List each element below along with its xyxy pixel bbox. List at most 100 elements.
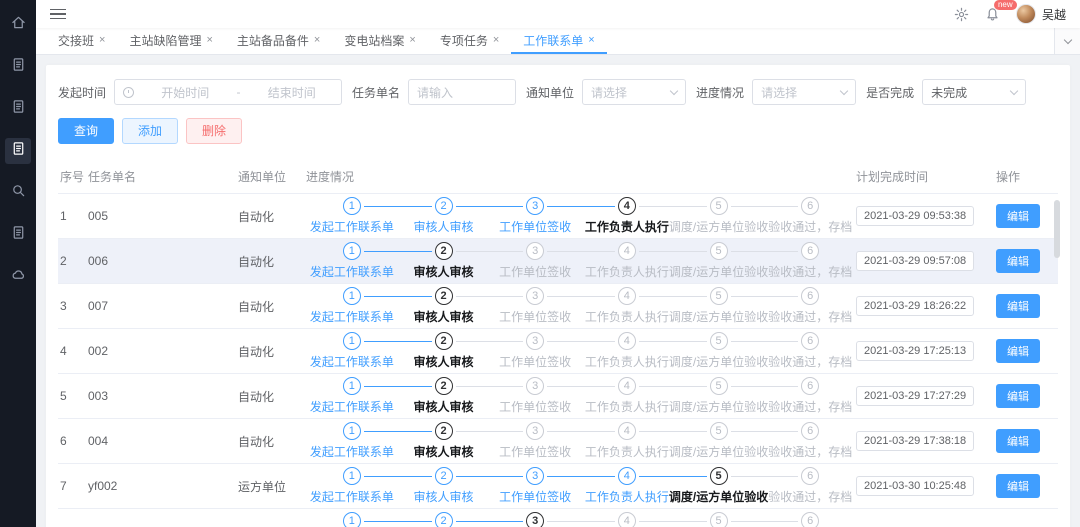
step-1: 1发起工作联系单 xyxy=(306,467,398,505)
step-number: 5 xyxy=(710,242,728,260)
step-3: 3工作单位签收 xyxy=(489,377,581,415)
sidebar-item-doc-2[interactable] xyxy=(5,96,31,122)
step-number: 2 xyxy=(435,242,453,260)
cell-notify-unit: 自动化 xyxy=(238,208,306,225)
step-number: 1 xyxy=(343,332,361,350)
sidebar-item-home[interactable] xyxy=(5,12,31,38)
step-4: 4工作负责人执行 xyxy=(581,332,673,370)
step-2: 2审核人审核 xyxy=(398,332,490,370)
step-number: 4 xyxy=(618,377,636,395)
hamburger-menu-icon[interactable] xyxy=(50,9,66,20)
cell-notify-unit: 自动化 xyxy=(238,298,306,315)
tab-bar: 交接班×主站缺陷管理×主站备品备件×变电站档案×专项任务×工作联系单× xyxy=(36,28,1080,55)
step-1: 1发起工作联系单 xyxy=(306,242,398,280)
step-3: 3工作单位签收 xyxy=(489,242,581,280)
scrollbar-thumb[interactable] xyxy=(1054,200,1060,258)
column-header: 序号 xyxy=(58,168,88,185)
cell-notify-unit: 运方单位 xyxy=(238,478,306,495)
filter-task-name: 任务单名 请输入 xyxy=(352,79,516,105)
notify-unit-select[interactable]: 请选择 xyxy=(582,79,686,105)
tab-overflow-button[interactable] xyxy=(1054,28,1080,54)
edit-button[interactable]: 编辑 xyxy=(996,384,1040,408)
tab-item[interactable]: 变电站档案 × xyxy=(332,28,427,54)
tab-close-icon[interactable]: × xyxy=(314,35,320,46)
step-4: 4工作负责人执行 xyxy=(581,512,673,527)
tab-item[interactable]: 工作联系单× xyxy=(511,28,606,54)
step-label: 工作单位签收 xyxy=(499,218,571,235)
step-label: 工作单位签收 xyxy=(499,263,571,280)
tab-item[interactable]: 主站缺陷管理× xyxy=(117,28,224,54)
task-name-input[interactable]: 请输入 xyxy=(408,79,516,105)
cell-notify-unit: 自动化 xyxy=(238,388,306,405)
step-number: 2 xyxy=(435,287,453,305)
edit-button[interactable]: 编辑 xyxy=(996,339,1040,363)
step-number: 5 xyxy=(710,512,728,527)
user-menu[interactable]: 吴越 xyxy=(1016,4,1066,24)
step-label: 调度/运方单位验收 xyxy=(669,443,768,460)
step-2: 2审核人审核 xyxy=(398,422,490,460)
step-6: 6验收通过，存档 xyxy=(764,287,856,325)
tab-label: 变电站档案 xyxy=(344,32,404,49)
sidebar-item-doc-4[interactable] xyxy=(5,222,31,248)
planned-completion-time: 2021-03-29 09:53:38 xyxy=(856,206,974,226)
table-row: 3007自动化1发起工作联系单2审核人审核3工作单位签收4工作负责人执行5调度/… xyxy=(58,284,1058,329)
date-range-input[interactable]: 开始时间 - 结束时间 xyxy=(114,79,342,105)
sidebar-item-search[interactable] xyxy=(5,180,31,206)
cell-task-name: 002 xyxy=(88,344,238,358)
tab-close-icon[interactable]: × xyxy=(99,35,105,46)
gear-icon[interactable] xyxy=(954,7,969,22)
edit-button[interactable]: 编辑 xyxy=(996,204,1040,228)
bell-icon[interactable]: new xyxy=(985,7,1000,22)
task-table: 序号任务单名通知单位进度情况计划完成时间操作 1005自动化1发起工作联系单2审… xyxy=(58,160,1058,527)
step-number: 4 xyxy=(618,242,636,260)
progress-select[interactable]: 请选择 xyxy=(752,79,856,105)
edit-button[interactable]: 编辑 xyxy=(996,474,1040,498)
step-number: 1 xyxy=(343,242,361,260)
step-label: 发起工作联系单 xyxy=(310,218,394,235)
filter-complete: 是否完成 未完成 xyxy=(866,79,1026,105)
step-number: 6 xyxy=(801,467,819,485)
step-label: 调度/运方单位验收 xyxy=(669,398,768,415)
username: 吴越 xyxy=(1042,6,1066,23)
planned-completion-time: 2021-03-29 17:27:29 xyxy=(856,386,974,406)
tab-close-icon[interactable]: × xyxy=(588,35,594,46)
add-button[interactable]: 添加 xyxy=(122,118,178,144)
cell-index: 7 xyxy=(58,479,88,493)
sidebar-item-cloud[interactable] xyxy=(5,264,31,290)
step-5: 5调度/运方单位验收 xyxy=(673,422,765,460)
step-label: 审核人审核 xyxy=(414,218,474,235)
topbar-right: new 吴越 xyxy=(954,4,1066,24)
step-number: 1 xyxy=(343,197,361,215)
sidebar-item-doc-1[interactable] xyxy=(5,54,31,80)
edit-button[interactable]: 编辑 xyxy=(996,294,1040,318)
step-label: 调度/运方单位验收 xyxy=(669,218,768,235)
progress-stepper: 1发起工作联系单2审核人审核3工作单位签收4工作负责人执行5调度/运方单位验收6… xyxy=(306,377,856,415)
document-icon xyxy=(11,141,26,161)
step-number: 5 xyxy=(710,332,728,350)
step-3: 3工作单位签收 xyxy=(489,332,581,370)
app-window: new 吴越 交接班×主站缺陷管理×主站备品备件×变电站档案×专项任务×工作联系… xyxy=(0,0,1080,527)
task-name-placeholder: 请输入 xyxy=(417,84,453,101)
step-5: 5调度/运方单位验收 xyxy=(673,242,765,280)
chevron-down-icon xyxy=(840,86,848,94)
step-6: 6验收通过，存档 xyxy=(764,332,856,370)
tab-item[interactable]: 主站备品备件× xyxy=(225,28,332,54)
edit-button[interactable]: 编辑 xyxy=(996,429,1040,453)
cell-index: 1 xyxy=(58,209,88,223)
tab-item[interactable]: 交接班× xyxy=(46,28,117,54)
sidebar-item-doc-3[interactable] xyxy=(5,138,31,164)
step-label: 发起工作联系单 xyxy=(310,488,394,505)
step-4: 4工作负责人执行 xyxy=(581,242,673,280)
progress-stepper: 1发起工作联系单2审核人审核3工作单位签收4工作负责人执行5调度/运方单位验收6… xyxy=(306,332,856,370)
tab-item[interactable]: 专项任务× xyxy=(428,28,511,54)
step-5: 5调度/运方单位验收 xyxy=(673,197,765,235)
complete-select[interactable]: 未完成 xyxy=(922,79,1026,105)
tab-close-icon[interactable]: × xyxy=(493,35,499,46)
tab-close-icon[interactable]: × xyxy=(206,35,212,46)
delete-button[interactable]: 删除 xyxy=(186,118,242,144)
search-button[interactable]: 查询 xyxy=(58,118,114,144)
edit-button[interactable]: 编辑 xyxy=(996,249,1040,273)
tab-close-icon[interactable]: × xyxy=(409,35,415,46)
step-label: 调度/运方单位验收 xyxy=(669,488,768,505)
step-number: 5 xyxy=(710,377,728,395)
